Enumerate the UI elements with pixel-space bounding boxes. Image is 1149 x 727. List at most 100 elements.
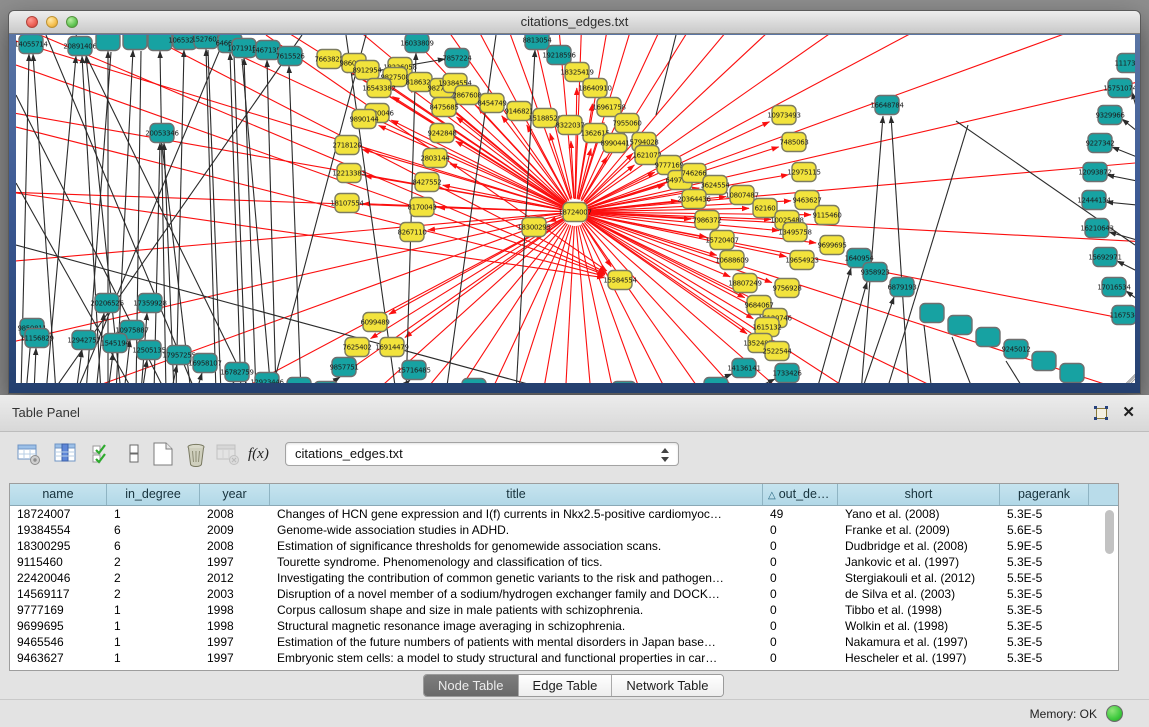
table-cell[interactable]: 9463627 xyxy=(10,650,107,666)
table-cell[interactable]: 0 xyxy=(763,602,838,618)
graph-node[interactable]: 9890144 xyxy=(349,110,379,129)
graph-node[interactable]: 15692971 xyxy=(1088,248,1121,267)
table-cell[interactable]: Yano et al. (2008) xyxy=(838,506,1000,522)
table-cell[interactable]: 9115460 xyxy=(10,554,107,570)
table-cell[interactable]: Embryonic stem cells: a model to study s… xyxy=(270,650,763,666)
graph-node[interactable]: 20053346 xyxy=(145,124,179,143)
table-cell[interactable]: 2003 xyxy=(200,586,270,602)
function-builder-icon[interactable]: f(x) xyxy=(248,441,278,467)
graph-node[interactable]: 1545194 xyxy=(100,334,130,353)
table-cell[interactable]: 14569117 xyxy=(10,586,107,602)
table-cell[interactable]: de Silva et al. (2003) xyxy=(838,586,1000,602)
table-cell[interactable]: 0 xyxy=(763,554,838,570)
citation-edge-red[interactable] xyxy=(582,35,1135,200)
row-options-icon[interactable] xyxy=(122,441,148,467)
table-cell[interactable]: 2009 xyxy=(200,522,270,538)
table-cell[interactable]: 5.3E-5 xyxy=(1000,602,1089,618)
graph-node[interactable] xyxy=(948,316,972,335)
graph-node[interactable]: 6099489 xyxy=(360,313,389,332)
graph-node[interactable]: 8990441 xyxy=(600,134,629,153)
table-cell[interactable]: 49 xyxy=(763,506,838,522)
table-cell[interactable]: 5.3E-5 xyxy=(1000,506,1089,522)
graph-node[interactable]: 16782759 xyxy=(220,363,253,382)
graph-node[interactable]: 12213383 xyxy=(332,164,365,183)
citation-edge-black[interactable] xyxy=(1112,147,1135,157)
citation-edge-black[interactable] xyxy=(886,125,968,383)
float-panel-icon[interactable] xyxy=(1093,405,1109,421)
table-cell[interactable]: 5.5E-5 xyxy=(1000,570,1089,586)
citation-edge-black[interactable] xyxy=(1132,92,1135,110)
graph-node[interactable]: 10973493 xyxy=(767,106,800,125)
graph-node[interactable]: 12093872 xyxy=(1078,163,1111,182)
table-cell[interactable]: Jankovic et al. (1997) xyxy=(838,554,1000,570)
citation-edge-black[interactable] xyxy=(244,58,256,383)
graph-node[interactable]: 2522544 xyxy=(762,342,792,361)
table-cell[interactable]: 1 xyxy=(107,618,200,634)
graph-node[interactable]: 1733426 xyxy=(772,364,802,383)
table-cell[interactable]: 0 xyxy=(763,522,838,538)
graph-node[interactable]: 12444134 xyxy=(1077,191,1111,210)
citation-edge-black[interactable] xyxy=(1122,119,1135,131)
table-cell[interactable]: 1997 xyxy=(200,650,270,666)
memory-status-indicator[interactable] xyxy=(1106,705,1123,722)
delete-columns-icon[interactable] xyxy=(183,441,209,467)
graph-node[interactable]: 8267110 xyxy=(397,223,426,242)
graph-node[interactable]: 7955060 xyxy=(612,114,641,133)
graph-node[interactable]: 8475685 xyxy=(429,98,458,117)
citation-edge-red[interactable] xyxy=(550,133,571,199)
graph-node[interactable]: 11156829 xyxy=(20,329,53,348)
graph-node[interactable] xyxy=(612,382,636,384)
column-header-title[interactable]: title xyxy=(270,484,763,505)
graph-node[interactable] xyxy=(976,328,1000,347)
citation-edge-black[interactable] xyxy=(16,245,561,383)
graph-node[interactable]: 18107554 xyxy=(330,194,364,213)
table-row[interactable]: 946554611997Estimation of the future num… xyxy=(10,634,1118,650)
table-cell[interactable]: 0 xyxy=(763,618,838,634)
graph-node[interactable]: 9227342 xyxy=(1085,134,1114,153)
table-cell[interactable]: 0 xyxy=(763,650,838,666)
table-cell[interactable]: 2012 xyxy=(200,570,270,586)
table-cell[interactable]: Disruption of a novel member of a sodium… xyxy=(270,586,763,602)
citation-edge-black[interactable] xyxy=(34,348,36,383)
citation-edge-black[interactable] xyxy=(242,59,271,383)
table-cell[interactable]: 5.6E-5 xyxy=(1000,522,1089,538)
table-cell[interactable]: 2 xyxy=(107,570,200,586)
column-header-in_degree[interactable]: in_degree xyxy=(107,484,200,505)
graph-node[interactable]: 19654923 xyxy=(785,251,818,270)
graph-node[interactable]: 9699695 xyxy=(817,236,846,255)
table-cell[interactable]: 2 xyxy=(107,554,200,570)
column-header-short[interactable]: short xyxy=(838,484,1000,505)
citation-edge-black[interactable] xyxy=(267,60,276,383)
table-cell[interactable]: 18300295 xyxy=(10,538,107,554)
citation-edge-red[interactable] xyxy=(502,226,575,383)
table-cell[interactable]: 1 xyxy=(107,506,200,522)
graph-node[interactable]: 8427552 xyxy=(412,173,441,192)
table-cell[interactable]: Nakamura et al. (1997) xyxy=(838,634,1000,650)
graph-node[interactable]: 9115460 xyxy=(812,206,841,225)
table-cell[interactable]: Tibbo et al. (1998) xyxy=(838,602,1000,618)
graph-node[interactable]: 7615526 xyxy=(275,47,305,66)
table-cell[interactable]: 5.3E-5 xyxy=(1000,634,1089,650)
graph-node[interactable]: 9329966 xyxy=(1095,106,1125,125)
graph-node[interactable]: 15584554 xyxy=(603,271,637,290)
graph-node[interactable]: 14055714 xyxy=(16,35,48,54)
citation-edge-red[interactable] xyxy=(332,226,573,383)
citation-edge-black[interactable] xyxy=(108,353,113,383)
table-cell[interactable]: 18724007 xyxy=(10,506,107,522)
window-titlebar[interactable]: citations_edges.txt xyxy=(9,11,1140,34)
table-cell[interactable]: Structural magnetic resonance image aver… xyxy=(270,618,763,634)
table-cell[interactable]: 1 xyxy=(107,602,200,618)
graph-node[interactable]: 16543382 xyxy=(362,79,395,98)
citation-edge-black[interactable] xyxy=(1126,291,1135,299)
network-canvas[interactable]: 1405571420891406106532871527602646616110… xyxy=(16,35,1135,383)
graph-node[interactable]: 6879193 xyxy=(887,278,916,297)
graph-node[interactable]: 12942757 xyxy=(67,331,100,350)
window-resize-grip[interactable] xyxy=(1119,367,1135,383)
graph-node[interactable]: 16648784 xyxy=(870,96,904,115)
table-cell[interactable]: 6 xyxy=(107,538,200,554)
table-cell[interactable]: 9699695 xyxy=(10,618,107,634)
graph-node[interactable]: 16914479 xyxy=(375,338,408,357)
table-cell[interactable]: Changes of HCN gene expression and I(f) … xyxy=(270,506,763,522)
table-cell[interactable]: Dudbridge et al. (2008) xyxy=(838,538,1000,554)
table-cell[interactable]: 1998 xyxy=(200,618,270,634)
